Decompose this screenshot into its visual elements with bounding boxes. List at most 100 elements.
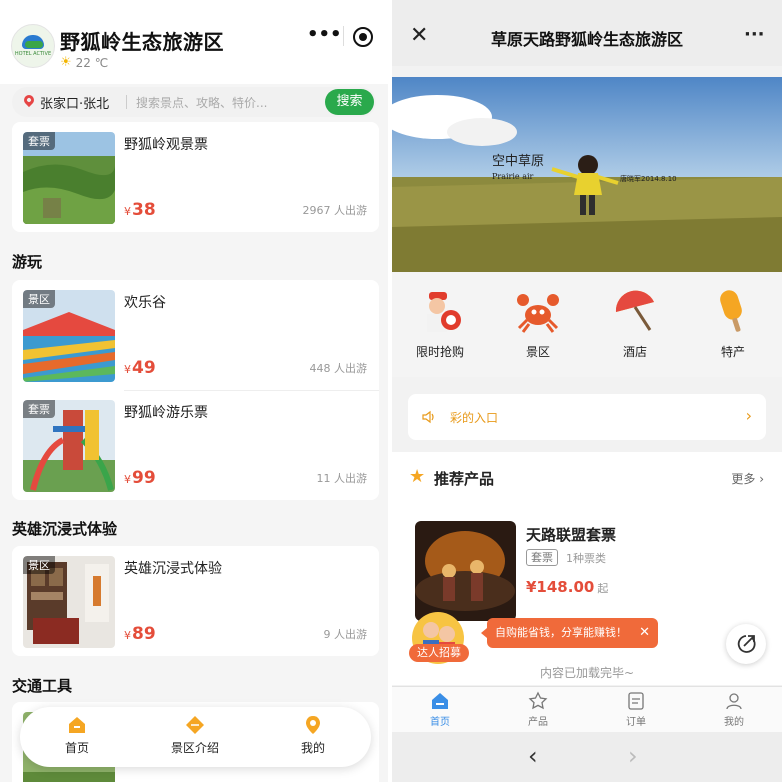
product-item-happy-valley[interactable]: 景区 欢乐谷 ¥49 448 人出游 — [12, 280, 379, 390]
umbrella-icon — [615, 290, 654, 331]
product-name[interactable]: 天路联盟套票 — [526, 524, 616, 545]
user-icon — [726, 693, 742, 710]
product-price: ¥38 — [124, 200, 156, 220]
product-price: ¥89 — [124, 624, 156, 644]
visitor-count: 448 人出游 — [309, 362, 368, 375]
promo-label[interactable]: 达人招募 — [409, 644, 469, 662]
promo-bubble[interactable]: 自购能省钱，分享能赚钱！ ✕ — [481, 618, 658, 648]
tab-label: 产品 — [528, 717, 548, 728]
tab-label: 我的 — [724, 717, 744, 728]
share-button[interactable] — [726, 624, 766, 664]
page-title: 草原天路野狐岭生态旅游区 — [490, 30, 683, 49]
ticket-type-tag: 套票 — [23, 132, 55, 150]
product-thumbnail: 景区 — [23, 290, 115, 382]
product-thumbnail[interactable] — [415, 521, 516, 621]
share-icon — [737, 635, 756, 653]
left-screen: HOTEL ACTIVE 野狐岭生态旅游区 ☀ 22 ℃ ••• 张家口·张北 … — [0, 0, 388, 782]
ticket-type-tag: 景区 — [23, 556, 55, 574]
location-pin-icon — [21, 92, 37, 108]
category-flash-sale[interactable]: 限时抢购 — [410, 288, 470, 360]
browser-nav-bar: ‹ › — [392, 732, 782, 782]
tab-orders[interactable]: 订单 — [606, 691, 666, 728]
product-thumbnail: 套票 — [23, 400, 115, 492]
speaker-icon — [422, 410, 434, 424]
banner-caption-1: 空中草原 — [492, 154, 544, 169]
category-hotel[interactable]: 酒店 — [605, 288, 665, 360]
search-button[interactable]: 搜索 — [325, 89, 374, 115]
product-icon — [528, 691, 548, 710]
tab-label: 我的 — [300, 741, 325, 755]
product-price: ¥99 — [124, 468, 156, 488]
more-options-button[interactable]: ••• — [307, 26, 342, 46]
product-card: 景区 欢乐谷 ¥49 448 人出游 套票 野狐岭游乐票 ¥99 11 人出游 — [12, 280, 379, 500]
popsicle-icon — [720, 290, 742, 332]
product-name: 野狐岭观景票 — [124, 137, 208, 153]
logo-mark-icon — [22, 35, 44, 49]
recommend-section: ★ 推荐产品 更多 › 天路联盟套票 套票 1种票类 ¥148.00 起 自购能… — [392, 452, 782, 685]
category-scenic[interactable]: 景区 — [508, 288, 568, 360]
city-selector[interactable]: 张家口·张北 — [40, 93, 109, 112]
capsule-divider — [343, 26, 344, 46]
search-input[interactable]: 搜索景点、攻略、特价... — [136, 94, 267, 111]
close-icon[interactable]: ✕ — [639, 618, 650, 648]
more-link[interactable]: 更多 › — [731, 470, 764, 487]
tab-mine[interactable]: 我的 — [268, 715, 358, 756]
search-bar: 张家口·张北 搜索景点、攻略、特价... 搜索 — [12, 87, 376, 117]
home-icon — [69, 717, 85, 733]
logo-caption: HOTEL ACTIVE — [14, 51, 52, 57]
ticket-type-tag: 景区 — [23, 290, 55, 308]
back-arrow-icon[interactable]: ‹ — [528, 742, 538, 770]
tab-mine[interactable]: 我的 — [704, 691, 764, 728]
ticket-type-tag: 套票 — [23, 400, 55, 418]
notice-bar[interactable]: 彩的入口 › — [408, 394, 766, 440]
product-item-hero-experience[interactable]: 景区 英雄沉浸式体验 ¥89 9 人出游 — [12, 546, 379, 656]
category-label: 限时抢购 — [415, 345, 464, 359]
tab-scenic-intro[interactable]: 景区介绍 — [150, 715, 240, 756]
product-item-lookout[interactable]: 套票 野狐岭观景票 ¥38 2967 人出游 — [12, 122, 379, 232]
visitor-count: 9 人出游 — [323, 628, 368, 641]
product-name: 野狐岭游乐票 — [124, 405, 208, 421]
more-options-button[interactable]: ··· — [744, 24, 765, 45]
location-icon — [306, 716, 320, 734]
park-title: 野狐岭生态旅游区 — [60, 30, 224, 54]
product-name: 欢乐谷 — [124, 295, 166, 311]
forward-arrow-icon[interactable]: › — [628, 742, 638, 770]
crab-icon — [517, 294, 559, 333]
section-title-transport: 交通工具 — [12, 677, 73, 695]
mini-program-header: ✕ 草原天路野狐岭生态旅游区 ··· — [392, 0, 782, 66]
visitor-count: 11 人出游 — [316, 472, 368, 485]
tab-home[interactable]: 首页 — [32, 715, 122, 756]
section-title-play: 游玩 — [12, 253, 43, 271]
ticket-type-tag: 套票 — [526, 549, 558, 566]
category-label: 特产 — [720, 345, 745, 359]
category-specialty[interactable]: 特产 — [703, 288, 763, 360]
right-screen: ✕ 草原天路野狐岭生态旅游区 ··· 空中草原 Prairie air 唐晓军2… — [392, 0, 782, 782]
mini-program-header: HOTEL ACTIVE 野狐岭生态旅游区 ☀ 22 ℃ ••• 张家口·张北 … — [0, 0, 388, 117]
product-price: ¥148.00 起 — [526, 578, 609, 596]
bottom-tab-bar: 首页 产品 订单 我的 — [392, 686, 782, 732]
close-miniprogram-icon[interactable] — [353, 27, 373, 47]
flash-sale-icon — [427, 292, 461, 332]
tab-home[interactable]: 首页 — [410, 691, 470, 728]
category-row: 限时抢购 景区 酒店 特产 — [392, 272, 782, 377]
product-thumbnail: 套票 — [23, 132, 115, 224]
weather: ☀ 22 ℃ — [60, 55, 108, 70]
temperature: 22 ℃ — [75, 55, 109, 70]
visitor-count: 2967 人出游 — [302, 204, 368, 217]
banner-caption-3: 唐晓军2014.8.10 — [620, 174, 677, 183]
category-label: 景区 — [525, 345, 550, 359]
banner-caption-2: Prairie air — [492, 172, 534, 181]
star-icon: ★ — [409, 466, 426, 487]
tab-label: 订单 — [626, 717, 646, 728]
recommend-title: 推荐产品 — [434, 470, 495, 488]
home-icon — [432, 693, 448, 709]
tab-products[interactable]: 产品 — [508, 691, 568, 728]
search-divider — [126, 95, 127, 109]
notice-text: 彩的入口 — [450, 411, 499, 425]
sun-icon: ☀ — [60, 55, 72, 70]
hero-banner[interactable]: 空中草原 Prairie air 唐晓军2014.8.10 — [392, 77, 782, 272]
bottom-tab-bar: 首页 景区介绍 我的 — [20, 707, 371, 767]
section-title-experience: 英雄沉浸式体验 — [12, 520, 118, 538]
product-card: 套票 野狐岭观景票 ¥38 2967 人出游 — [12, 122, 379, 232]
product-item-amusement[interactable]: 套票 野狐岭游乐票 ¥99 11 人出游 — [12, 390, 379, 500]
